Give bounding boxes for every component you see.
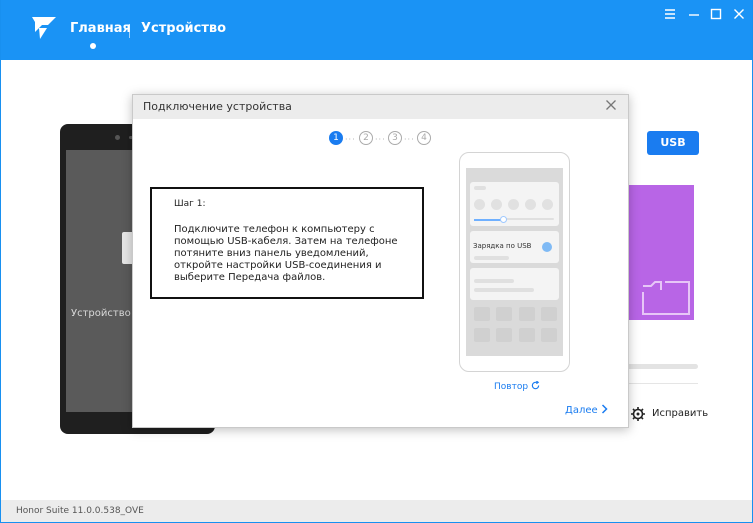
quick-toggle [525,199,536,210]
nav-separator [129,24,130,38]
instruction-text: Подключите телефон к компьютеру с помощь… [174,224,398,283]
next-button[interactable]: Далее [565,404,608,416]
app-icon-placeholder [496,307,512,321]
next-label: Далее [565,405,598,416]
step-indicator-4: 4 [417,131,431,145]
nav-tab-device[interactable]: Устройство [141,21,226,36]
card-illustration-icon [642,281,690,315]
background-divider [626,383,698,384]
chevron-right-icon [601,404,608,414]
app-icon-placeholder [541,307,557,321]
step-indicator-1: 1 [329,131,343,145]
honor-suite-logo-icon [32,17,56,39]
instruction-step-label: Шаг 1: [174,199,206,209]
step-indicator-3: 3 [388,131,402,145]
dialog-header: Подключение устройства [133,95,628,119]
refresh-icon [531,380,540,390]
app-icon-placeholder [519,328,535,342]
menu-icon[interactable] [662,6,678,22]
illustration-placeholder [474,279,514,283]
background-phone-text: Устройство н [71,308,141,319]
gear-icon[interactable] [630,406,646,422]
step-indicator-2: 2 [359,131,373,145]
nav-tab-home[interactable]: Главная [70,21,131,36]
illustration-placeholder [474,256,509,260]
quick-toggle [474,199,485,210]
usb-charging-label: Зарядка по USB [473,242,532,250]
usb-notification-toggle [542,242,552,252]
quick-toggle [508,199,519,210]
dialog-title: Подключение устройства [143,100,292,113]
brightness-slider-track [504,218,554,220]
brightness-slider-knob [500,216,507,223]
close-icon[interactable] [604,99,618,113]
quick-toggle [542,199,553,210]
maximize-icon[interactable] [708,6,724,22]
app-header: Главная Устройство [1,0,752,60]
step-connector: ··· [404,135,415,144]
app-icon-placeholder [541,328,557,342]
step-connector: ··· [375,135,386,144]
close-window-icon[interactable] [731,6,747,22]
retry-link[interactable]: Повтор [494,380,540,392]
app-icon-placeholder [519,307,535,321]
version-text: Honor Suite 11.0.0.538_OVE [16,506,144,516]
phone-camera [115,135,120,140]
background-progress-bar [626,364,698,369]
notification-card [470,268,559,300]
retry-label: Повтор [494,382,529,392]
illustration-placeholder [474,288,534,292]
fix-button-label[interactable]: Исправить [652,408,708,419]
nav-active-indicator [90,43,96,49]
usb-button[interactable]: USB [647,131,699,155]
illustration-placeholder [474,186,486,190]
quick-toggle [491,199,502,210]
app-icon-placeholder [496,328,512,342]
app-icon-placeholder [474,328,490,342]
minimize-icon[interactable] [686,6,702,22]
step-connector: ··· [345,135,356,144]
connect-device-dialog: Подключение устройства 1 ··· 2 ··· 3 ···… [132,94,629,428]
app-icon-placeholder [474,307,490,321]
honor-suite-window: Главная Устройство Устройство н USB о Ис… [0,0,753,523]
instruction-box: Шаг 1: Подключите телефон к компьютеру с… [150,187,424,299]
